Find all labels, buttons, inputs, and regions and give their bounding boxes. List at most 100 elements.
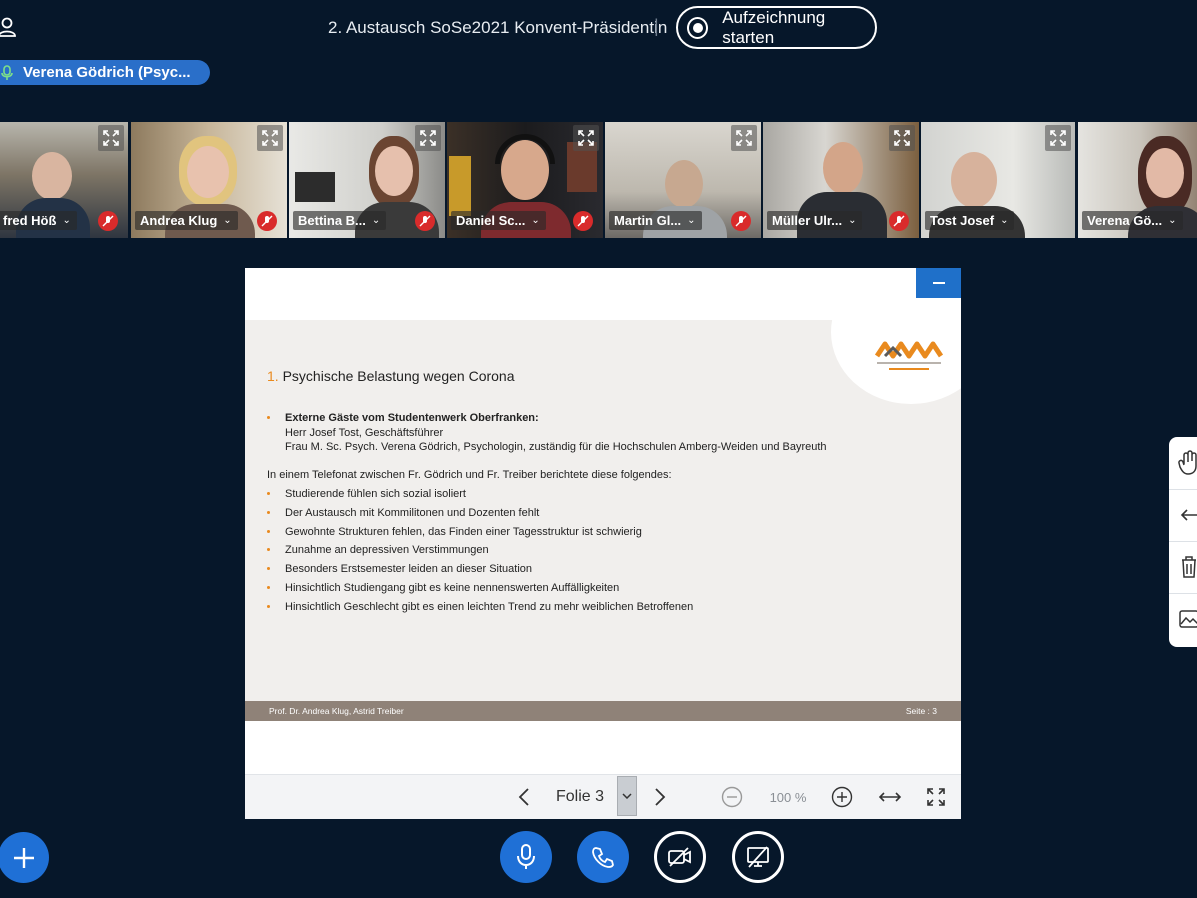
record-label: Aufzeichnung starten [722, 7, 826, 47]
video-tile[interactable]: Müller Ulr... ⌄ [763, 122, 919, 238]
screen-share-button[interactable] [732, 831, 784, 883]
fullscreen-button[interactable] [921, 775, 951, 819]
phone-icon [592, 847, 614, 868]
slide-intro: In einem Telefonat zwischen Fr. Gödrich … [267, 469, 672, 481]
expand-icon[interactable] [415, 125, 441, 151]
bullet-icon [267, 586, 270, 589]
slide-bullet: Der Austausch mit Kommilitonen und Dozen… [285, 507, 540, 519]
zoom-in-icon [831, 786, 853, 808]
hand-icon [1178, 450, 1197, 475]
actions-button[interactable] [0, 832, 49, 883]
slide-bullet: Hinsichtlich Geschlecht gibt es einen le… [285, 601, 694, 613]
minus-icon [932, 282, 945, 284]
meeting-title: 2. Austausch SoSe2021 Konvent-Präsidenti… [328, 18, 668, 37]
muted-microphone-icon [98, 211, 118, 231]
previous-slide-button[interactable] [509, 775, 539, 819]
muted-microphone-icon [257, 211, 277, 231]
start-recording-button[interactable]: Aufzeichnung starten [676, 6, 877, 49]
arrow-left-icon [1180, 509, 1197, 521]
camera-off-icon [668, 847, 691, 867]
video-tile[interactable]: Andrea Klug ⌄ [131, 122, 287, 238]
camera-button[interactable] [654, 831, 706, 883]
slide-bullet: Zunahme an depressiven Verstimmungen [285, 544, 489, 556]
zoom-level: 100 % [769, 789, 807, 805]
talking-name: Verena Gödrich (Psyc... [23, 64, 191, 81]
bullet-icon [267, 605, 270, 608]
bullet-icon [267, 548, 270, 551]
muted-microphone-icon [573, 211, 593, 231]
bullet-icon [267, 492, 270, 495]
bullet-icon [267, 511, 270, 514]
muted-microphone-icon [889, 211, 909, 231]
participant-name[interactable]: Tost Josef ⌄ [925, 211, 1015, 230]
expand-icon[interactable] [889, 125, 915, 151]
participant-name[interactable]: Verena Gö... ⌄ [1082, 211, 1183, 230]
expand-icon[interactable] [573, 125, 599, 151]
record-icon [687, 16, 709, 39]
video-tile[interactable]: fred Höß ⌄ [0, 122, 128, 238]
slide-bullet: Besonders Erstsemester leiden an dieser … [285, 563, 533, 575]
zoom-out-icon [721, 786, 743, 808]
slide: 1. Psychische Belastung wegen Corona Ext… [245, 320, 961, 701]
expand-icon[interactable] [1045, 125, 1071, 151]
expand-icon[interactable] [98, 125, 124, 151]
university-logo [875, 341, 943, 370]
user-icon[interactable] [0, 17, 16, 37]
chevron-down-icon [622, 793, 632, 799]
participant-name[interactable]: Andrea Klug ⌄ [135, 211, 238, 230]
participant-name[interactable]: Daniel Sc... ⌄ [451, 211, 546, 230]
undo-button[interactable] [1169, 489, 1197, 542]
minimize-presentation-button[interactable] [916, 268, 961, 298]
expand-icon[interactable] [731, 125, 757, 151]
participant-name[interactable]: Müller Ulr... ⌄ [767, 211, 863, 230]
fit-width-button[interactable] [875, 775, 905, 819]
whiteboard-toolbar [1169, 437, 1197, 647]
guest-line: Frau M. Sc. Psych. Verena Gödrich, Psych… [285, 441, 827, 453]
presentation-area: 1. Psychische Belastung wegen Corona Ext… [245, 268, 961, 819]
zoom-in-button[interactable] [829, 775, 855, 819]
video-tile[interactable]: Daniel Sc... ⌄ [447, 122, 603, 238]
participant-name[interactable]: Bettina B... ⌄ [293, 211, 387, 230]
guest-line: Herr Josef Tost, Geschäftsführer [285, 427, 444, 439]
slide-bullet: Studierende fühlen sich sozial isoliert [285, 488, 466, 500]
slide-bullet: Hinsichtlich Studiengang gibt es keine n… [285, 582, 620, 594]
microphone-icon [1, 64, 13, 80]
fit-width-icon [878, 792, 902, 802]
slide-number-label[interactable]: Folie 3 [545, 775, 615, 819]
chevron-right-icon [655, 788, 666, 806]
trash-icon [1182, 556, 1196, 578]
leave-audio-button[interactable] [577, 831, 629, 883]
muted-microphone-icon [731, 211, 751, 231]
talking-indicator[interactable]: Verena Gödrich (Psyc... [0, 60, 210, 85]
bullet-icon [267, 416, 270, 419]
next-slide-button[interactable] [645, 775, 675, 819]
video-tile[interactable]: Martin Gl... ⌄ [605, 122, 761, 238]
participant-name[interactable]: Martin Gl... ⌄ [609, 211, 702, 230]
slide-footer-page: Seite : 3 [905, 706, 937, 716]
microphone-button[interactable] [500, 831, 552, 883]
zoom-out-button[interactable] [719, 775, 745, 819]
presentation-toolbar: Folie 3 100 % [245, 774, 961, 819]
slide-select-dropdown[interactable] [617, 776, 637, 816]
guests-title: Externe Gäste vom Studentenwerk Oberfran… [285, 412, 539, 424]
video-tile[interactable]: Tost Josef ⌄ [921, 122, 1075, 238]
muted-microphone-icon [415, 211, 435, 231]
bullet-icon [267, 530, 270, 533]
insert-image-button[interactable] [1169, 593, 1197, 645]
participant-name[interactable]: fred Höß ⌄ [0, 211, 77, 230]
clear-button[interactable] [1169, 541, 1197, 594]
fullscreen-icon [927, 788, 945, 806]
pan-tool-button[interactable] [1169, 437, 1197, 490]
microphone-icon [517, 844, 535, 869]
slide-footer-authors: Prof. Dr. Andrea Klug, Astrid Treiber [269, 706, 404, 716]
slide-heading: 1. Psychische Belastung wegen Corona [267, 368, 515, 384]
title-separator: | [654, 16, 659, 36]
plus-icon [13, 847, 34, 868]
slide-footer: Prof. Dr. Andrea Klug, Astrid Treiber Se… [245, 701, 961, 721]
image-icon [1179, 610, 1197, 628]
video-tile-active[interactable]: Verena Gö... ⌄ [1078, 122, 1197, 238]
expand-icon[interactable] [257, 125, 283, 151]
chevron-left-icon [518, 788, 529, 806]
screen-share-off-icon [747, 846, 769, 868]
video-tile[interactable]: Bettina B... ⌄ [289, 122, 445, 238]
